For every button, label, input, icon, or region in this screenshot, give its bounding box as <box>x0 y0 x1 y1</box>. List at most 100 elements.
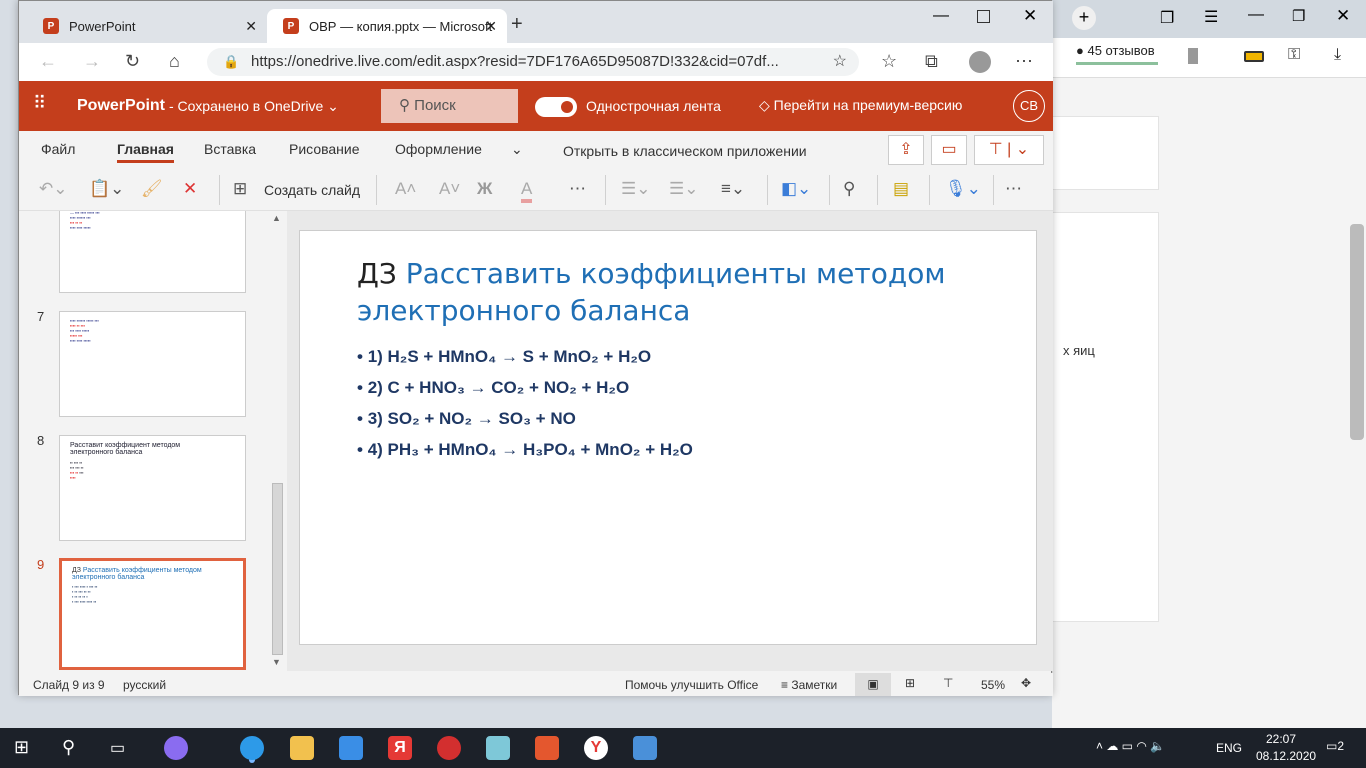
thumbnail-slide-6[interactable]: — ▪▪▪ ▪▪▪▪ ▪▪▪▪▪ ▪▪▪ ▪▪▪▪ ▪▪▪▪▪▪ ▪▪▪ ▪▪▪ ▪… <box>59 211 246 293</box>
open-in-desktop-app[interactable]: Открыть в классическом приложении <box>563 143 807 159</box>
comments-button[interactable]: ▭ <box>931 135 967 165</box>
photos-icon[interactable] <box>633 736 657 760</box>
restore-icon[interactable]: ❐ <box>1292 7 1305 25</box>
paste-icon[interactable]: 📋⌄ <box>89 179 124 199</box>
format-painter-icon[interactable]: 🖌 <box>141 179 163 199</box>
office-icon[interactable] <box>535 736 559 760</box>
back-icon[interactable]: ← <box>39 51 57 72</box>
thumbnail-slide-7[interactable]: ▪▪▪▪ ▪▪▪▪▪▪ ▪▪▪▪▪ ▪▪▪ ▪▪▪▪ ▪▪ ▪▪▪ ▪▪▪ ▪▪▪▪… <box>59 311 246 417</box>
slide-canvas[interactable]: ДЗ Расставить коэффициенты методом элект… <box>299 230 1037 645</box>
explorer-icon[interactable] <box>290 736 314 760</box>
maximize-icon[interactable] <box>977 10 990 23</box>
bookmark-icon[interactable] <box>1188 48 1198 64</box>
single-line-ribbon-toggle[interactable] <box>535 97 577 117</box>
tab-powerpoint[interactable]: P PowerPoint ✕ <box>27 9 267 43</box>
app-name[interactable]: PowerPoint <box>77 97 165 115</box>
home-icon[interactable]: ⌂ <box>169 51 180 72</box>
search-icon[interactable]: ⚲ <box>62 737 75 758</box>
help-improve-link[interactable]: Помочь улучшить Office <box>625 678 758 692</box>
slide-title[interactable]: ДЗ Расставить коэффициенты методом элект… <box>357 255 957 329</box>
input-language[interactable]: ENG <box>1216 741 1242 755</box>
tab-file[interactable]: Файл <box>41 141 75 157</box>
reviews-link[interactable]: ● 45 отзывов <box>1076 43 1155 58</box>
extensions-icon[interactable]: ⚿ <box>1288 46 1300 64</box>
app-launcher-icon[interactable]: ⠿ <box>33 93 46 114</box>
new-slide-button[interactable]: Создать слайд <box>264 182 360 198</box>
slide-body[interactable]: • 1) H₂S + HMnO₄ → S + MnO₂ + H₂O • 2) C… <box>357 341 693 465</box>
minimize-icon[interactable]: — <box>933 7 949 25</box>
start-icon[interactable]: ⊞ <box>14 737 29 758</box>
close-icon[interactable]: ✕ <box>1336 6 1350 26</box>
menu-icon[interactable]: ☰ <box>1204 7 1218 27</box>
minimize-icon[interactable]: — <box>1248 6 1264 24</box>
opera-icon[interactable] <box>437 736 461 760</box>
thumbnail-scrollbar[interactable]: ▲ ▼ <box>269 211 286 671</box>
numbering-icon[interactable]: ☰⌄ <box>669 179 698 199</box>
fit-slide-icon[interactable]: ✥ <box>1021 676 1031 690</box>
shapes-icon[interactable]: ◧⌄ <box>781 179 811 199</box>
clock-date[interactable]: 08.12.2020 <box>1256 749 1316 763</box>
close-tab-icon[interactable]: ✕ <box>245 18 257 35</box>
edge-icon[interactable] <box>240 736 264 760</box>
thumbnail-slide-8[interactable]: Расставит коэффициент методом электронно… <box>59 435 246 541</box>
profile-avatar[interactable] <box>969 51 991 73</box>
decrease-font-icon[interactable]: A˅ <box>439 179 460 199</box>
designer-icon[interactable]: ▤ <box>893 179 909 199</box>
notifications-button[interactable]: ▭2 <box>1326 739 1344 753</box>
new-tab-icon[interactable]: + <box>511 13 523 36</box>
share-button[interactable]: ⇪ <box>888 135 924 165</box>
forward-icon[interactable]: → <box>83 51 101 72</box>
more-font-icon[interactable]: ⋯ <box>569 179 586 199</box>
tab-home[interactable]: Главная <box>117 141 174 163</box>
refresh-icon[interactable]: ↻ <box>125 51 140 72</box>
reading-view-icon[interactable]: ⊤ <box>943 676 953 690</box>
tab-draw[interactable]: Рисование <box>289 141 360 157</box>
bold-icon[interactable]: Ж <box>477 179 492 199</box>
yandex-browser-icon[interactable]: Y <box>584 736 608 760</box>
search-box[interactable]: ⚲ Поиск <box>381 89 518 123</box>
more-tabs-chevron-icon[interactable]: ⌄ <box>511 141 523 158</box>
bullets-icon[interactable]: ☰⌄ <box>621 179 650 199</box>
favorite-star-icon[interactable]: ☆ <box>833 48 847 76</box>
task-view-icon[interactable]: ▭ <box>110 738 125 758</box>
tray-icons[interactable]: ˄ ☁ ▭ ◠ 🔈 <box>1096 739 1165 753</box>
close-window-icon[interactable]: ✕ <box>1023 6 1037 26</box>
download-icon[interactable]: ⤓ <box>1334 46 1341 64</box>
tab-design[interactable]: Оформление <box>395 141 482 157</box>
tab-insert[interactable]: Вставка <box>204 141 256 157</box>
battery-icon[interactable] <box>1244 51 1264 62</box>
new-tab-icon[interactable]: + <box>1072 6 1096 30</box>
find-icon[interactable]: ⚲ <box>843 179 855 199</box>
close-tab-icon[interactable]: ✕ <box>485 18 497 35</box>
mail-icon[interactable] <box>339 736 363 760</box>
language[interactable]: русский <box>123 678 166 692</box>
yandex-icon[interactable]: Я <box>388 736 412 760</box>
background-scrollbar[interactable] <box>1350 224 1364 440</box>
delete-icon[interactable]: ✕ <box>183 179 197 199</box>
collections-icon[interactable]: ⧉ <box>925 51 938 72</box>
new-slide-icon[interactable]: ⊞ <box>233 179 247 199</box>
premium-link[interactable]: ◇ Перейти на премиум-версию <box>759 97 962 114</box>
undo-icon[interactable]: ↶⌄ <box>39 179 68 199</box>
font-color-icon[interactable]: A <box>521 179 533 203</box>
alice-icon[interactable] <box>164 736 188 760</box>
clock-time[interactable]: 22:07 <box>1266 732 1296 746</box>
save-status[interactable]: - Сохранено в OneDrive ⌄ <box>169 98 339 115</box>
user-avatar[interactable]: СВ <box>1013 90 1045 122</box>
align-icon[interactable]: ≡⌄ <box>721 179 745 199</box>
normal-view-icon[interactable]: ▣ <box>855 673 891 696</box>
more-tools-icon[interactable]: ⋯ <box>1005 179 1022 199</box>
increase-font-icon[interactable]: A˄ <box>395 179 416 199</box>
favorites-icon[interactable]: ☆ <box>881 51 897 72</box>
present-button[interactable]: ⊤ | ⌄ <box>974 135 1044 165</box>
notes-button[interactable]: ≡ Заметки <box>781 678 837 692</box>
app-icon[interactable] <box>486 736 510 760</box>
zoom-level[interactable]: 55% <box>981 678 1005 692</box>
sorter-view-icon[interactable]: ⊞ <box>905 676 915 690</box>
more-icon[interactable]: ⋯ <box>1015 51 1033 72</box>
bookmarks-icon[interactable]: ❐ <box>1160 8 1174 28</box>
tab-pptx[interactable]: P ОВР — копия.pptx — Microsoft ✕ <box>267 9 507 43</box>
thumbnail-slide-9-selected[interactable]: ДЗ Расставить коэффициенты методом элект… <box>59 558 246 670</box>
url-input[interactable]: 🔒 https://onedrive.live.com/edit.aspx?res… <box>207 48 859 76</box>
dictate-icon[interactable]: 🎙⌄ <box>945 179 981 199</box>
